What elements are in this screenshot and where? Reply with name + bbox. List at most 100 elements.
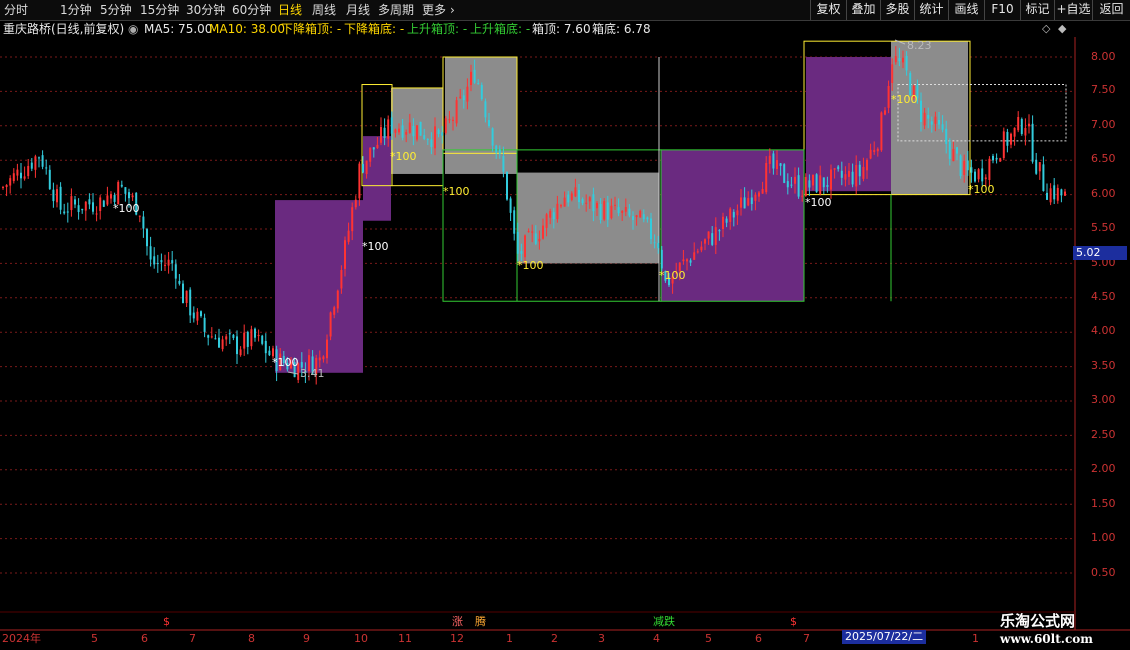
candle-body [254,328,256,338]
candle-body [653,242,656,244]
candle-body [347,230,350,242]
candle-body [509,198,512,213]
candle-body [581,199,584,204]
ytick-label: 1.50 [1091,497,1116,510]
asc-box-top-value: 上升箱顶: - [407,22,468,36]
ytick-label: 4.00 [1091,324,1116,337]
candle-body [1002,131,1005,158]
candle-body [506,171,508,200]
candle-body [81,208,84,211]
signal-marker: *100 [805,196,832,209]
candle-body [1038,162,1041,172]
candle-body [930,121,933,125]
stock-title[interactable]: 重庆路桥(日线,前复权) [3,22,124,36]
candle-body [534,233,537,244]
candle-body [812,174,814,186]
candle-body [574,187,577,197]
event-marker[interactable]: $ [790,615,797,628]
candle-body [945,128,948,144]
candle-body [484,101,487,118]
candle-body [16,169,19,176]
candle-body [934,116,937,124]
kline-chart[interactable] [0,0,1130,650]
candle-body [455,100,458,124]
candle-body [221,339,224,350]
ytick-label: 2.00 [1091,462,1116,475]
candle-body [758,192,760,197]
candle-body [243,332,246,349]
signal-marker: *100 [272,356,299,369]
candle-body [754,194,757,201]
candle-body [988,158,991,180]
candle-body [1031,123,1034,162]
desc-box-bottom-value: 下降箱底: - [344,22,405,36]
candle-body [891,64,894,83]
candle-body [689,260,692,263]
candle-body [570,193,573,200]
candle-body [383,127,386,139]
candle-body [498,149,501,154]
candle-body [718,230,721,232]
event-marker[interactable]: 腾 [475,615,486,628]
candle-body [34,156,37,170]
candle-body [412,125,415,137]
candle-body [761,189,764,194]
candle-body [588,197,591,202]
candle-body [268,350,271,356]
candle-body [56,189,58,203]
candle-body [869,149,872,159]
signal-marker: *100 [517,259,544,272]
candle-body [902,57,904,63]
candle-body [66,211,69,213]
candle-body [426,139,429,141]
candle-body [599,203,602,221]
candle-body [808,180,811,188]
settings-circle-icon[interactable]: ◉ [128,22,138,36]
event-marker[interactable]: 减跌 [653,615,675,628]
candle-body [624,207,627,212]
candle-body [182,283,184,304]
candle-body [707,231,710,239]
candle-body [362,163,364,173]
candle-body [905,56,908,71]
candle-body [365,160,368,174]
candle-body [732,211,735,218]
candle-body [441,132,444,136]
event-marker[interactable]: 涨 [452,615,463,628]
candle-body [434,126,436,149]
candle-body [635,215,638,218]
candle-body [826,185,829,187]
candle-body [196,311,199,321]
candle-body [1053,185,1056,200]
candle-body [178,280,181,284]
candle-body [876,148,879,152]
candle-body [200,311,202,317]
candle-body [682,259,685,262]
diamond-filled-icon[interactable]: ◆ [1058,22,1066,35]
candle-body [477,83,480,85]
candle-body [174,264,177,279]
candle-body [563,197,566,207]
candle-body [1035,159,1038,174]
candle-body [167,259,170,266]
watermark-url: www.60lt.com [1000,632,1093,646]
indicator-legend: 重庆路桥(日线,前复权) ◉ MA5: 75.00 MA10: 38.00 下降… [0,21,1130,37]
ma10-value: MA10: 38.00 [209,22,286,36]
xtick-label: 5 [91,632,98,645]
candle-body [502,155,505,172]
candle-body [416,125,418,140]
candle-body [92,202,94,212]
ytick-label: 8.00 [1091,50,1116,63]
diamond-icon[interactable]: ◇ [1042,22,1050,35]
candle-body [603,201,606,220]
candle-body [693,252,696,260]
event-marker[interactable]: $ [163,615,170,628]
candle-body [110,194,112,199]
xtick-label: 2 [551,632,558,645]
candle-body [1064,191,1066,196]
candle-body [657,242,660,249]
candle-body [837,166,840,170]
candle-body [45,167,48,169]
box-top-value: 箱顶: 7.60 [532,22,591,36]
candle-body [63,211,66,214]
